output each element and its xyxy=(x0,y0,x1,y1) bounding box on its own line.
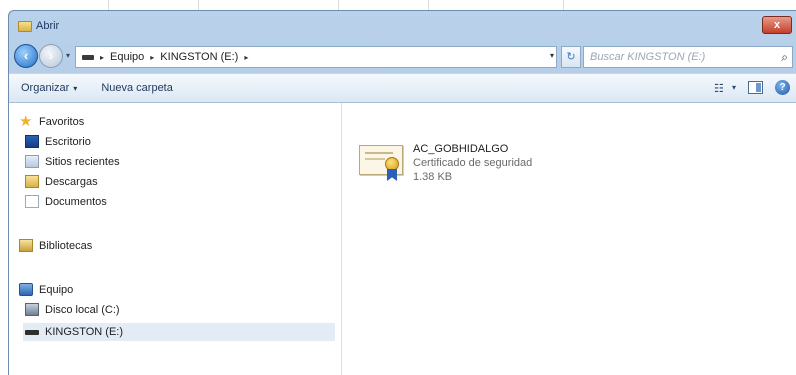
nav-computer[interactable]: Equipo xyxy=(19,283,73,296)
nav-label: Disco local (C:) xyxy=(45,303,120,316)
file-item[interactable]: AC_GOBHIDALGO Certificado de seguridad 1… xyxy=(359,135,532,183)
close-icon: x xyxy=(773,19,781,31)
search-icon[interactable]: ⌕ xyxy=(781,50,788,65)
chevron-down-icon[interactable]: ▾ xyxy=(732,83,736,92)
chevron-right-icon[interactable]: ▸ xyxy=(100,53,104,62)
recent-locations-dropdown[interactable]: ▾ xyxy=(66,51,70,60)
nav-label: Favoritos xyxy=(39,115,85,128)
refresh-button[interactable]: ↻ xyxy=(561,46,581,68)
nav-label: Sitios recientes xyxy=(45,155,120,168)
file-details: AC_GOBHIDALGO Certificado de seguridad 1… xyxy=(413,135,532,183)
change-view-icon[interactable]: ☷ xyxy=(714,82,728,95)
nav-libraries[interactable]: Bibliotecas xyxy=(19,239,92,252)
star-icon: ★ xyxy=(19,113,33,130)
nav-downloads[interactable]: Descargas xyxy=(25,175,98,188)
computer-drive-icon xyxy=(82,54,94,60)
organize-label: Organizar xyxy=(21,82,70,94)
organize-button[interactable]: Organizar ▾ xyxy=(9,82,89,94)
search-input[interactable] xyxy=(584,47,764,67)
window-title: Abrir xyxy=(36,20,60,32)
chevron-right-icon[interactable]: ▸ xyxy=(244,53,248,62)
background-strip xyxy=(0,0,796,10)
nav-label: Documentos xyxy=(45,195,107,208)
close-button[interactable]: x xyxy=(762,16,792,34)
toolbar-right: ☷ ▾ ? xyxy=(714,80,790,95)
preview-pane-icon[interactable] xyxy=(748,81,763,94)
desktop-icon xyxy=(25,135,39,148)
breadcrumb-equipo[interactable]: Equipo xyxy=(110,51,144,63)
file-type: Certificado de seguridad xyxy=(413,157,533,169)
forward-button[interactable]: › xyxy=(39,44,63,68)
file-list: AC_GOBHIDALGO Certificado de seguridad 1… xyxy=(342,103,796,375)
back-button[interactable]: ‹ xyxy=(14,44,38,68)
chevron-right-icon[interactable]: ▸ xyxy=(150,53,154,62)
nav-label: KINGSTON (E:) xyxy=(45,326,124,338)
arrow-right-icon: › xyxy=(48,48,54,63)
nav-usb-drive[interactable]: KINGSTON (E:) xyxy=(23,323,335,341)
address-row: ‹ › ▾ ▸ Equipo ▸ KINGSTON (E:) ▸ ▾ ↻ ⌕ xyxy=(9,41,796,71)
nav-documents[interactable]: Documentos xyxy=(25,195,107,208)
command-bar: Organizar ▾ Nueva carpeta ☷ ▾ ? xyxy=(9,73,796,103)
breadcrumb-kingston[interactable]: KINGSTON (E:) xyxy=(160,51,238,63)
search-box: ⌕ xyxy=(583,46,793,68)
title-bar: Abrir x xyxy=(9,11,796,41)
folder-icon xyxy=(18,21,32,32)
open-file-dialog: Abrir x ‹ › ▾ ▸ Equipo ▸ KINGSTON (E:) ▸… xyxy=(8,10,796,375)
certificate-icon xyxy=(359,135,403,181)
nav-label: Escritorio xyxy=(45,135,91,148)
address-bar[interactable]: ▸ Equipo ▸ KINGSTON (E:) ▸ ▾ xyxy=(75,46,557,68)
nav-desktop[interactable]: Escritorio xyxy=(25,135,91,148)
recent-places-icon xyxy=(25,155,39,168)
navigation-pane: ★ Favoritos Escritorio Sitios recientes … xyxy=(9,103,342,375)
refresh-icon: ↻ xyxy=(566,51,576,63)
nav-local-disk[interactable]: Disco local (C:) xyxy=(25,303,120,316)
file-name: AC_GOBHIDALGO xyxy=(413,143,509,155)
usb-drive-icon xyxy=(25,329,39,335)
nav-label: Descargas xyxy=(45,175,98,188)
hard-drive-icon xyxy=(25,303,39,316)
nav-recent-places[interactable]: Sitios recientes xyxy=(25,155,120,168)
downloads-icon xyxy=(25,175,39,188)
help-icon[interactable]: ? xyxy=(775,80,790,95)
address-dropdown[interactable]: ▾ xyxy=(550,51,554,60)
nav-label: Equipo xyxy=(39,283,74,296)
new-folder-button[interactable]: Nueva carpeta xyxy=(89,82,185,94)
chevron-down-icon: ▾ xyxy=(73,83,78,93)
nav-favorites[interactable]: ★ Favoritos xyxy=(19,113,85,130)
nav-label: Bibliotecas xyxy=(39,239,93,252)
libraries-icon xyxy=(19,239,33,252)
documents-icon xyxy=(25,195,39,208)
new-folder-label: Nueva carpeta xyxy=(101,82,173,94)
arrow-left-icon: ‹ xyxy=(23,48,29,63)
computer-icon xyxy=(19,283,33,296)
file-size: 1.38 KB xyxy=(413,171,453,183)
